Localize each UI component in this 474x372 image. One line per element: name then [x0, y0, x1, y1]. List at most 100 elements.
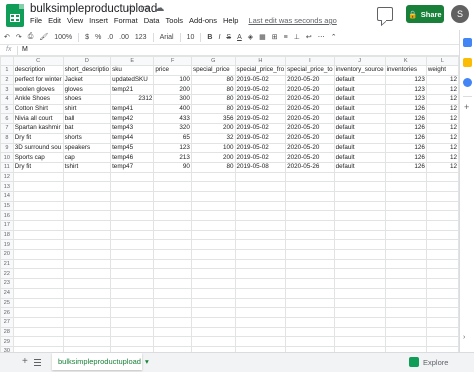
spreadsheet-grid[interactable]: CDEFGHIJKL 1 description short_descriptio s…	[0, 56, 459, 352]
row-header[interactable]: 1	[0, 65, 14, 76]
menu-file[interactable]: File	[30, 16, 42, 25]
cell[interactable]	[234, 181, 287, 192]
cell[interactable]	[153, 258, 192, 270]
cell[interactable]	[384, 268, 427, 280]
paint-format-icon[interactable]: 🖌	[39, 33, 48, 41]
cell[interactable]	[12, 268, 64, 280]
cell[interactable]	[110, 210, 155, 221]
increase-decimal-button[interactable]: .00	[119, 34, 129, 41]
cell[interactable]: Spartan kashmir	[12, 123, 64, 134]
cell[interactable]	[333, 220, 386, 231]
cell[interactable]	[234, 287, 287, 299]
row-header[interactable]: 19	[0, 239, 14, 251]
cell[interactable]: shirt	[62, 103, 112, 115]
cell[interactable]	[110, 297, 155, 309]
cell[interactable]: 100	[153, 74, 192, 86]
cell[interactable]	[110, 200, 155, 212]
cell[interactable]	[234, 239, 287, 251]
cell[interactable]	[425, 326, 459, 338]
cell[interactable]: 213	[153, 152, 192, 163]
cell[interactable]: 123	[153, 142, 192, 154]
cell[interactable]	[110, 181, 155, 192]
row-header[interactable]: 9	[0, 142, 14, 154]
cell[interactable]	[190, 229, 236, 241]
collapse-toolbar-icon[interactable]: ⌃	[331, 33, 337, 41]
cell[interactable]: default	[333, 132, 386, 144]
cell[interactable]: Dry fit	[12, 161, 64, 173]
cell[interactable]: 126	[384, 103, 427, 115]
cell[interactable]	[153, 190, 192, 202]
cell[interactable]	[333, 287, 386, 299]
column-header[interactable]: G	[190, 56, 236, 66]
cell[interactable]	[333, 316, 386, 328]
row-header[interactable]: 14	[0, 190, 14, 202]
cell[interactable]	[153, 229, 192, 241]
cell[interactable]	[285, 239, 335, 251]
cell[interactable]	[384, 229, 427, 241]
cell[interactable]	[110, 171, 155, 183]
cell[interactable]	[234, 326, 287, 338]
cell[interactable]	[425, 307, 459, 318]
cell[interactable]: 12	[425, 142, 459, 154]
column-header[interactable]: I	[285, 56, 335, 66]
cell[interactable]: 80	[190, 161, 236, 173]
cell[interactable]	[384, 336, 427, 347]
cell[interactable]: 12	[425, 123, 459, 134]
cell[interactable]	[110, 278, 155, 289]
cell[interactable]	[190, 336, 236, 347]
cell[interactable]	[234, 229, 287, 241]
cell[interactable]: temp41	[110, 103, 155, 115]
cell[interactable]: 12	[425, 103, 459, 115]
cell[interactable]	[12, 278, 64, 289]
column-header[interactable]: F	[153, 56, 192, 66]
cell[interactable]	[153, 307, 192, 318]
menu-insert[interactable]: Insert	[89, 16, 108, 25]
cell[interactable]	[425, 336, 459, 347]
all-sheets-icon[interactable]	[34, 359, 41, 366]
cell[interactable]	[384, 200, 427, 212]
formula-input[interactable]: M	[22, 46, 28, 53]
cell[interactable]: 2312	[110, 94, 155, 105]
cell[interactable]: temp47	[110, 161, 155, 173]
cell[interactable]: default	[333, 123, 386, 134]
cell[interactable]	[12, 190, 64, 202]
cell[interactable]	[190, 278, 236, 289]
cell[interactable]: 2019-05-02	[234, 94, 287, 105]
cell[interactable]	[285, 326, 335, 338]
cell[interactable]	[333, 307, 386, 318]
row-header[interactable]: 11	[0, 161, 14, 173]
cell[interactable]: bat	[62, 123, 112, 134]
cell[interactable]	[384, 249, 427, 260]
column-header[interactable]: E	[110, 56, 155, 66]
column-header[interactable]: H	[234, 56, 287, 66]
cell[interactable]: 2019-05-02	[234, 103, 287, 115]
cell[interactable]: 123	[384, 94, 427, 105]
cell[interactable]	[234, 336, 287, 347]
cell[interactable]	[12, 181, 64, 192]
currency-format-button[interactable]: $	[85, 34, 89, 41]
cell[interactable]: ball	[62, 113, 112, 125]
cell[interactable]	[62, 336, 112, 347]
redo-icon[interactable]: ↷	[16, 33, 22, 41]
cell[interactable]	[425, 316, 459, 328]
cell[interactable]	[153, 171, 192, 183]
cell[interactable]: 2019-05-02	[234, 113, 287, 125]
cell[interactable]: 126	[384, 113, 427, 125]
column-header[interactable]: C	[12, 56, 64, 66]
cell[interactable]	[110, 239, 155, 251]
cell[interactable]: default	[333, 84, 386, 96]
percent-format-button[interactable]: %	[95, 34, 101, 41]
cell[interactable]: 12	[425, 74, 459, 86]
cell[interactable]: 2020-05-20	[285, 74, 335, 86]
row-header[interactable]: 13	[0, 181, 14, 192]
cell[interactable]: 80	[190, 74, 236, 86]
cell[interactable]	[333, 190, 386, 202]
row-header[interactable]: 5	[0, 103, 14, 115]
cell[interactable]	[285, 200, 335, 212]
menu-edit[interactable]: Edit	[48, 16, 61, 25]
collapse-side-panel-icon[interactable]: ›	[463, 334, 465, 341]
cell[interactable]	[12, 297, 64, 309]
sheet-tab[interactable]: bulksimpleproductupload ▾	[52, 353, 149, 370]
cell[interactable]: 2020-05-20	[285, 142, 335, 154]
cell[interactable]	[333, 210, 386, 221]
